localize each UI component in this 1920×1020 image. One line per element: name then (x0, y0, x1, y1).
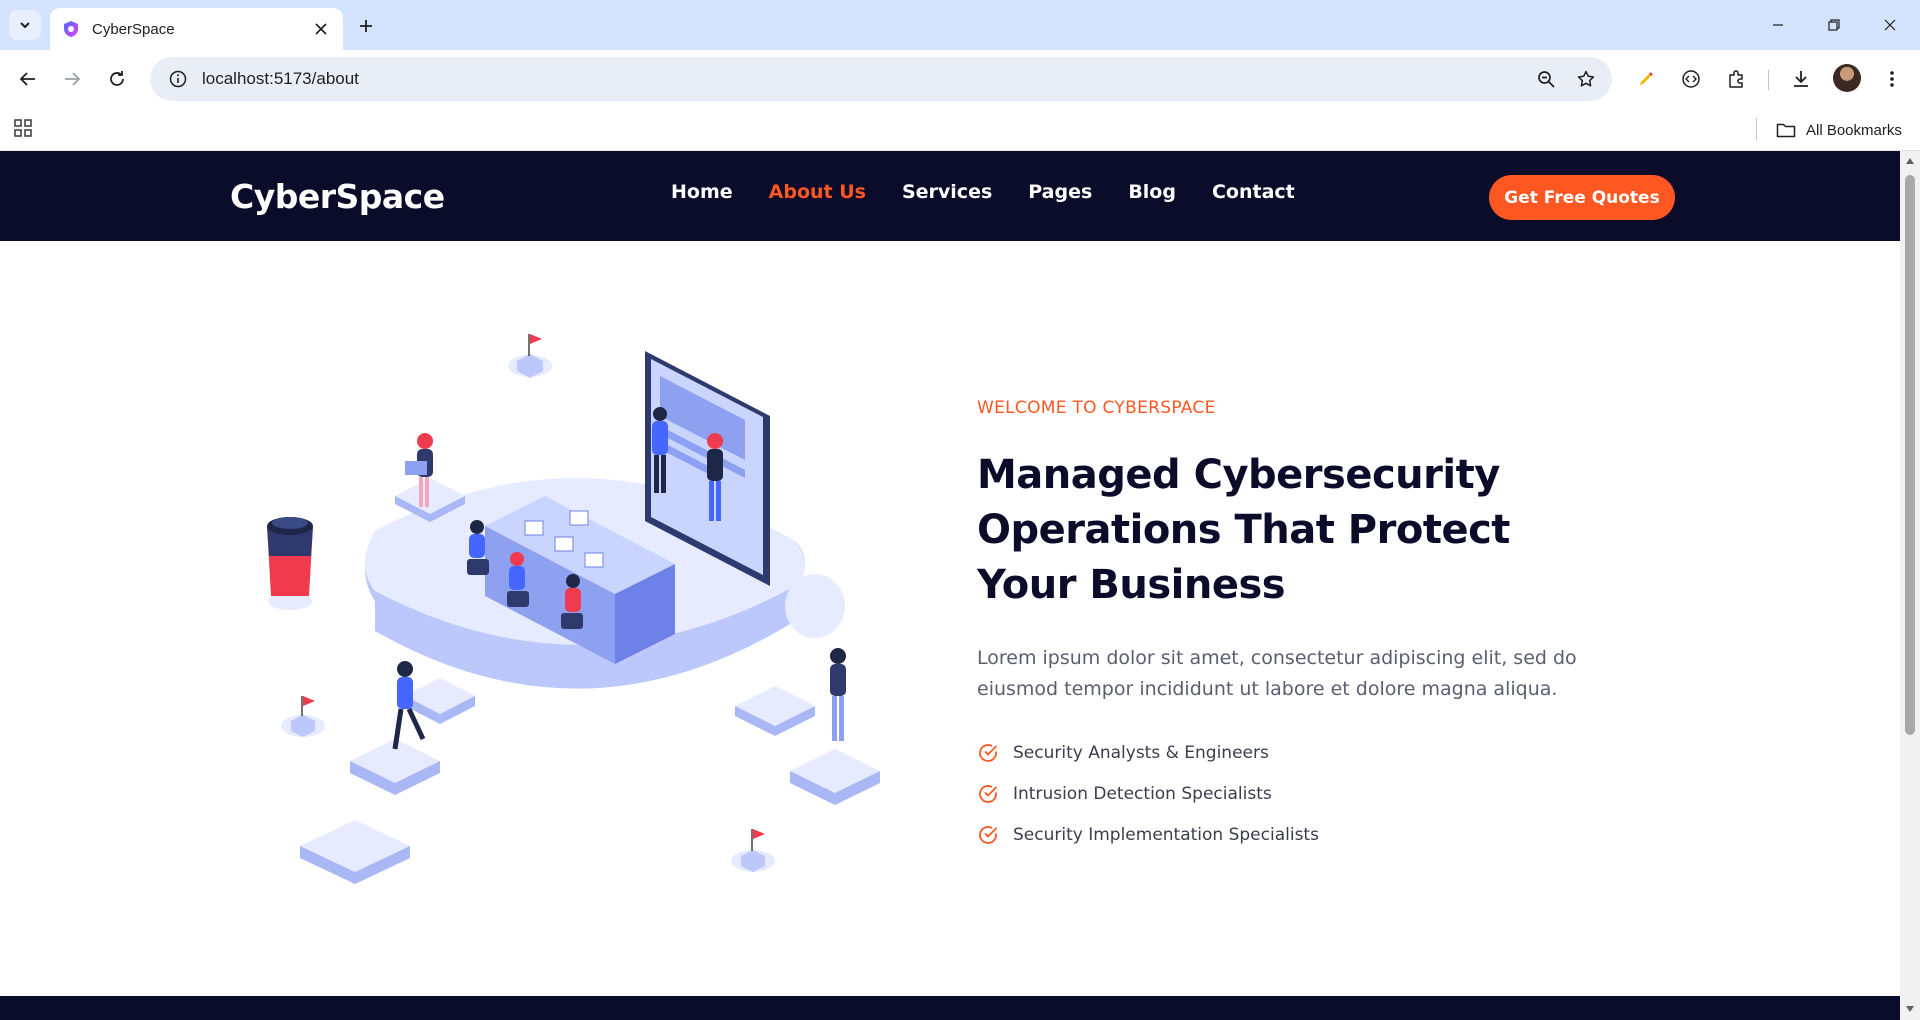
nav-pages[interactable]: Pages (1028, 181, 1092, 203)
all-bookmarks-button[interactable]: All Bookmarks (1776, 116, 1902, 144)
arrow-right-icon (65, 72, 81, 86)
browser-toolbar: localhost:5173/about (0, 50, 1920, 108)
site-logo[interactable]: CyberSpace (230, 177, 445, 216)
tab-search-button[interactable] (9, 10, 41, 40)
hero-illustration (267, 334, 880, 884)
plus-icon (360, 20, 372, 32)
code-extension-icon[interactable] (1675, 63, 1707, 95)
address-bar[interactable]: localhost:5173/about (150, 57, 1612, 101)
extensions-puzzle-icon[interactable] (1720, 63, 1752, 95)
minimize-icon (1773, 24, 1783, 26)
check-circle-icon (979, 743, 997, 762)
profile-avatar[interactable] (1833, 64, 1861, 92)
url-text[interactable]: localhost:5173/about (202, 69, 1526, 89)
nav-blog[interactable]: Blog (1128, 181, 1176, 203)
scroll-down-arrow-icon[interactable] (1904, 1003, 1916, 1015)
minimize-button[interactable] (1750, 0, 1806, 50)
reload-icon (110, 71, 124, 86)
nav-contact[interactable]: Contact (1212, 181, 1295, 203)
feature-list: Security Analysts & Engineers Intrusion … (977, 732, 1319, 855)
check-circle-icon (979, 784, 997, 803)
feature-item: Security Implementation Specialists (977, 814, 1319, 855)
check-circle-icon (979, 825, 997, 844)
downloads-icon[interactable] (1785, 63, 1817, 95)
get-free-quotes-button[interactable]: Get Free Quotes (1489, 175, 1675, 220)
feature-label: Intrusion Detection Specialists (1013, 783, 1272, 804)
pen-extension-icon[interactable] (1630, 63, 1662, 95)
restore-button[interactable] (1806, 0, 1862, 50)
headline-line-1: Managed Cybersecurity (977, 452, 1500, 498)
hero-eyebrow: WELCOME TO CYBERSPACE (977, 398, 1216, 418)
nav-home[interactable]: Home (671, 181, 733, 203)
close-icon (1884, 19, 1896, 31)
browser-tab-bar: CyberSpace (0, 0, 1920, 50)
close-window-button[interactable] (1862, 0, 1918, 50)
site-header: CyberSpace Home About Us Services Pages … (0, 151, 1900, 241)
page-viewport: CyberSpace Home About Us Services Pages … (0, 151, 1900, 1020)
tab-title: CyberSpace (92, 20, 175, 38)
nav-about-us[interactable]: About Us (769, 181, 866, 203)
hero-headline: Managed Cybersecurity Operations That Pr… (977, 448, 1537, 613)
scroll-up-arrow-icon[interactable] (1904, 155, 1916, 167)
headline-line-2: Operations That Protect (977, 507, 1510, 553)
apps-grid-icon[interactable] (12, 117, 38, 143)
bookmark-star-icon[interactable] (1566, 59, 1606, 99)
toolbar-divider (1768, 70, 1769, 90)
page-scrollbar[interactable] (1900, 151, 1920, 1020)
reload-button[interactable] (101, 63, 133, 95)
main-nav: Home About Us Services Pages Blog Contac… (671, 181, 1295, 203)
feature-item: Intrusion Detection Specialists (977, 773, 1319, 814)
more-menu-icon[interactable] (1876, 63, 1908, 95)
bookmarks-bar: All Bookmarks (0, 108, 1920, 151)
scrollbar-thumb[interactable] (1905, 175, 1915, 735)
forward-button[interactable] (56, 63, 88, 95)
site-info-icon[interactable] (156, 57, 200, 101)
shield-favicon-icon (64, 21, 78, 37)
nav-services[interactable]: Services (902, 181, 992, 203)
feature-label: Security Analysts & Engineers (1013, 742, 1269, 763)
new-tab-button[interactable] (352, 12, 380, 40)
back-button[interactable] (12, 63, 44, 95)
zoom-icon[interactable] (1526, 59, 1566, 99)
active-tab[interactable]: CyberSpace (50, 8, 343, 50)
folder-icon (1776, 123, 1796, 138)
arrow-left-icon (19, 72, 35, 86)
chevron-down-icon (20, 22, 30, 29)
next-section-band (0, 996, 1900, 1020)
restore-icon (1828, 19, 1840, 31)
hero-description: Lorem ipsum dolor sit amet, consectetur … (977, 647, 1577, 700)
headline-line-3: Your Business (977, 562, 1286, 608)
bookmarks-divider (1756, 118, 1757, 140)
all-bookmarks-label: All Bookmarks (1806, 121, 1902, 139)
feature-item: Security Analysts & Engineers (977, 732, 1319, 773)
close-tab-icon[interactable] (311, 19, 331, 39)
feature-label: Security Implementation Specialists (1013, 824, 1319, 845)
coffee-cup (267, 517, 313, 610)
